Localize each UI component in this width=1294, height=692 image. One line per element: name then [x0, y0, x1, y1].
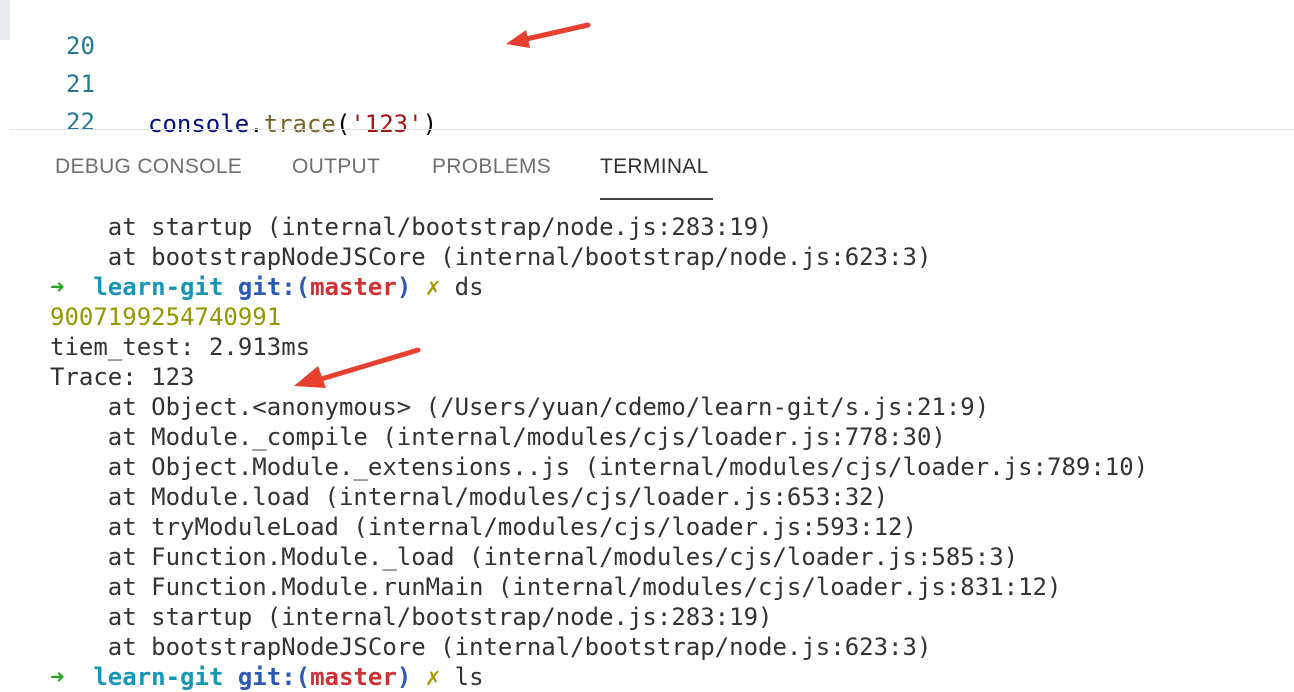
- tab-problems[interactable]: PROBLEMS: [432, 155, 551, 179]
- prompt-paren-open: (: [295, 273, 311, 301]
- prompt-branch: master: [310, 663, 397, 691]
- stack-frame: at Object.Module._extensions..js (intern…: [50, 453, 1149, 481]
- code-line-20[interactable]: 20: [0, 0, 95, 60]
- prompt-paren-open: (: [295, 663, 311, 691]
- annotation-arrow-icon: [294, 347, 421, 388]
- annotation-arrow-icon: [506, 22, 591, 48]
- stack-frame: at bootstrapNodeJSCore (internal/bootstr…: [50, 633, 932, 661]
- prompt-git-label: git:: [237, 273, 296, 301]
- stack-frame: at startup (internal/bootstrap/node.js:2…: [50, 603, 773, 631]
- terminal-prompt: ➜ learn-git git:(master) ✗ ls: [50, 662, 484, 692]
- terminal-line: at startup (internal/bootstrap/node.js:2…: [50, 213, 773, 241]
- tab-output[interactable]: OUTPUT: [292, 155, 380, 179]
- panel-tab-bar: DEBUG CONSOLE OUTPUT PROBLEMS TERMINAL: [0, 130, 1294, 210]
- code-line-21[interactable]: 21 console.trace('123'): [0, 24, 437, 138]
- prompt-command: ds: [454, 273, 484, 301]
- prompt-arrow-icon: ➜: [50, 273, 65, 301]
- terminal-timer-line: tiem_test: 2.913ms: [50, 333, 311, 361]
- line-number: 20: [66, 32, 95, 60]
- stack-frame: at Function.Module.runMain (internal/mod…: [50, 573, 1062, 601]
- prompt-git-label: git:: [237, 663, 296, 691]
- terminal-trace-line: Trace: 123: [50, 363, 195, 391]
- terminal-output[interactable]: at startup (internal/bootstrap/node.js:2…: [0, 212, 1294, 692]
- prompt-paren-close: ): [396, 663, 412, 691]
- terminal-number-output: 9007199254740991: [50, 303, 282, 331]
- tab-debug-console[interactable]: DEBUG CONSOLE: [55, 155, 242, 179]
- code-line-22[interactable]: 22: [0, 62, 95, 136]
- stack-frame: at Object.<anonymous> (/Users/yuan/cdemo…: [50, 393, 990, 421]
- terminal-line: at bootstrapNodeJSCore (internal/bootstr…: [50, 243, 932, 271]
- active-tab-indicator: [600, 198, 713, 200]
- code-editor[interactable]: 20 21 console.trace('123') 22: [0, 0, 1294, 138]
- stack-frame: at Module.load (internal/modules/cjs/loa…: [50, 483, 889, 511]
- prompt-paren-close: ): [396, 273, 412, 301]
- prompt-directory: learn-git: [93, 273, 224, 301]
- terminal-prompt: ➜ learn-git git:(master) ✗ ds: [50, 272, 484, 302]
- stack-frame: at tryModuleLoad (internal/modules/cjs/l…: [50, 513, 917, 541]
- stack-frame: at Module._compile (internal/modules/cjs…: [50, 423, 946, 451]
- prompt-arrow-icon: ➜: [50, 663, 65, 691]
- line-number: 21: [66, 70, 95, 98]
- dirty-mark-icon: ✗: [425, 273, 441, 301]
- stack-frame: at Function.Module._load (internal/modul…: [50, 543, 1019, 571]
- tab-terminal[interactable]: TERMINAL: [600, 155, 709, 179]
- prompt-branch: master: [310, 273, 397, 301]
- dirty-mark-icon: ✗: [425, 663, 441, 691]
- prompt-directory: learn-git: [93, 663, 224, 691]
- prompt-command: ls: [454, 663, 484, 691]
